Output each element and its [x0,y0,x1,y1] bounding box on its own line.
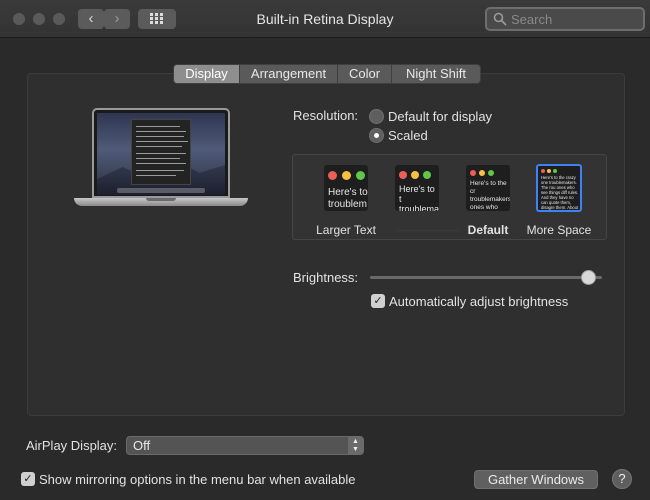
more-space-label: More Space [526,223,592,237]
tab-display[interactable]: Display [174,65,240,83]
laptop-screen [97,113,225,195]
airplay-display-select[interactable]: Off ▲ ▼ [126,436,364,455]
scaled-preview-text: Here's to the cr troublemakers. ones who… [470,180,510,211]
updown-arrows-icon: ▲ ▼ [348,437,363,454]
scaled-option-larger-text[interactable]: Here's to troublem [324,165,368,211]
scaled-preview-text: Here's to troublem [328,187,368,210]
scaled-option-default[interactable]: Here's to the cr troublemakers. ones who… [466,165,510,211]
brightness-label: Brightness: [293,270,359,285]
radio-default-for-display[interactable] [369,109,384,124]
scaled-slider-track [397,230,459,231]
dock-illustration [117,188,205,193]
scaled-label[interactable]: Scaled [388,128,428,143]
scaled-option-more-space[interactable]: Here's to the crazy one troublemakers. T… [536,164,582,212]
grid-icon [150,13,164,25]
help-button[interactable]: ? [612,469,632,489]
default-label: Default [467,223,509,237]
laptop-lid [92,108,230,198]
mirroring-label[interactable]: Show mirroring options in the menu bar w… [39,472,356,487]
close-window-button[interactable] [13,13,25,25]
tab-bar: Display Arrangement Color Night Shift [173,64,481,84]
larger-text-label: Larger Text [316,223,376,237]
forward-button[interactable]: › [104,9,130,29]
auto-brightness-checkbox[interactable]: ✓ [371,294,385,308]
search-input[interactable] [511,10,641,28]
scaled-options-box: Here's to troublem Larger Text Here's to… [292,154,607,240]
minimize-window-button[interactable] [33,13,45,25]
tab-color[interactable]: Color [338,65,392,83]
laptop-illustration [74,108,248,212]
scaled-preview-text: Here's to t troublema ones who [399,184,439,211]
mirroring-checkbox[interactable]: ✓ [21,472,35,486]
auto-brightness-label[interactable]: Automatically adjust brightness [389,294,568,309]
gather-windows-button[interactable]: Gather Windows [474,470,598,489]
document-window-illustration [131,119,191,185]
radio-scaled[interactable] [369,128,384,143]
airplay-display-label: AirPlay Display: [26,438,118,453]
checkmark-icon: ✓ [23,473,33,485]
scaled-preview-text: Here's to the crazy one troublemakers. T… [541,175,579,210]
search-field[interactable] [485,7,645,31]
brightness-slider-knob[interactable] [580,270,596,285]
chevron-right-icon: › [114,10,120,27]
tab-arrangement[interactable]: Arrangement [240,65,338,83]
zoom-window-button[interactable] [53,13,65,25]
back-button[interactable]: ‹ [78,9,104,29]
resolution-label: Resolution: [293,108,359,123]
tab-night-shift[interactable]: Night Shift [392,65,480,83]
brightness-slider[interactable] [370,276,602,279]
airplay-display-value: Off [133,438,151,453]
chevron-left-icon: ‹ [88,10,94,27]
checkmark-icon: ✓ [373,295,383,307]
show-all-button[interactable] [138,9,176,29]
scaled-option-2[interactable]: Here's to t troublema ones who [395,165,439,211]
default-for-display-label[interactable]: Default for display [388,109,492,124]
search-icon [493,12,507,26]
title-bar: ‹ › Built-in Retina Display [0,0,650,38]
